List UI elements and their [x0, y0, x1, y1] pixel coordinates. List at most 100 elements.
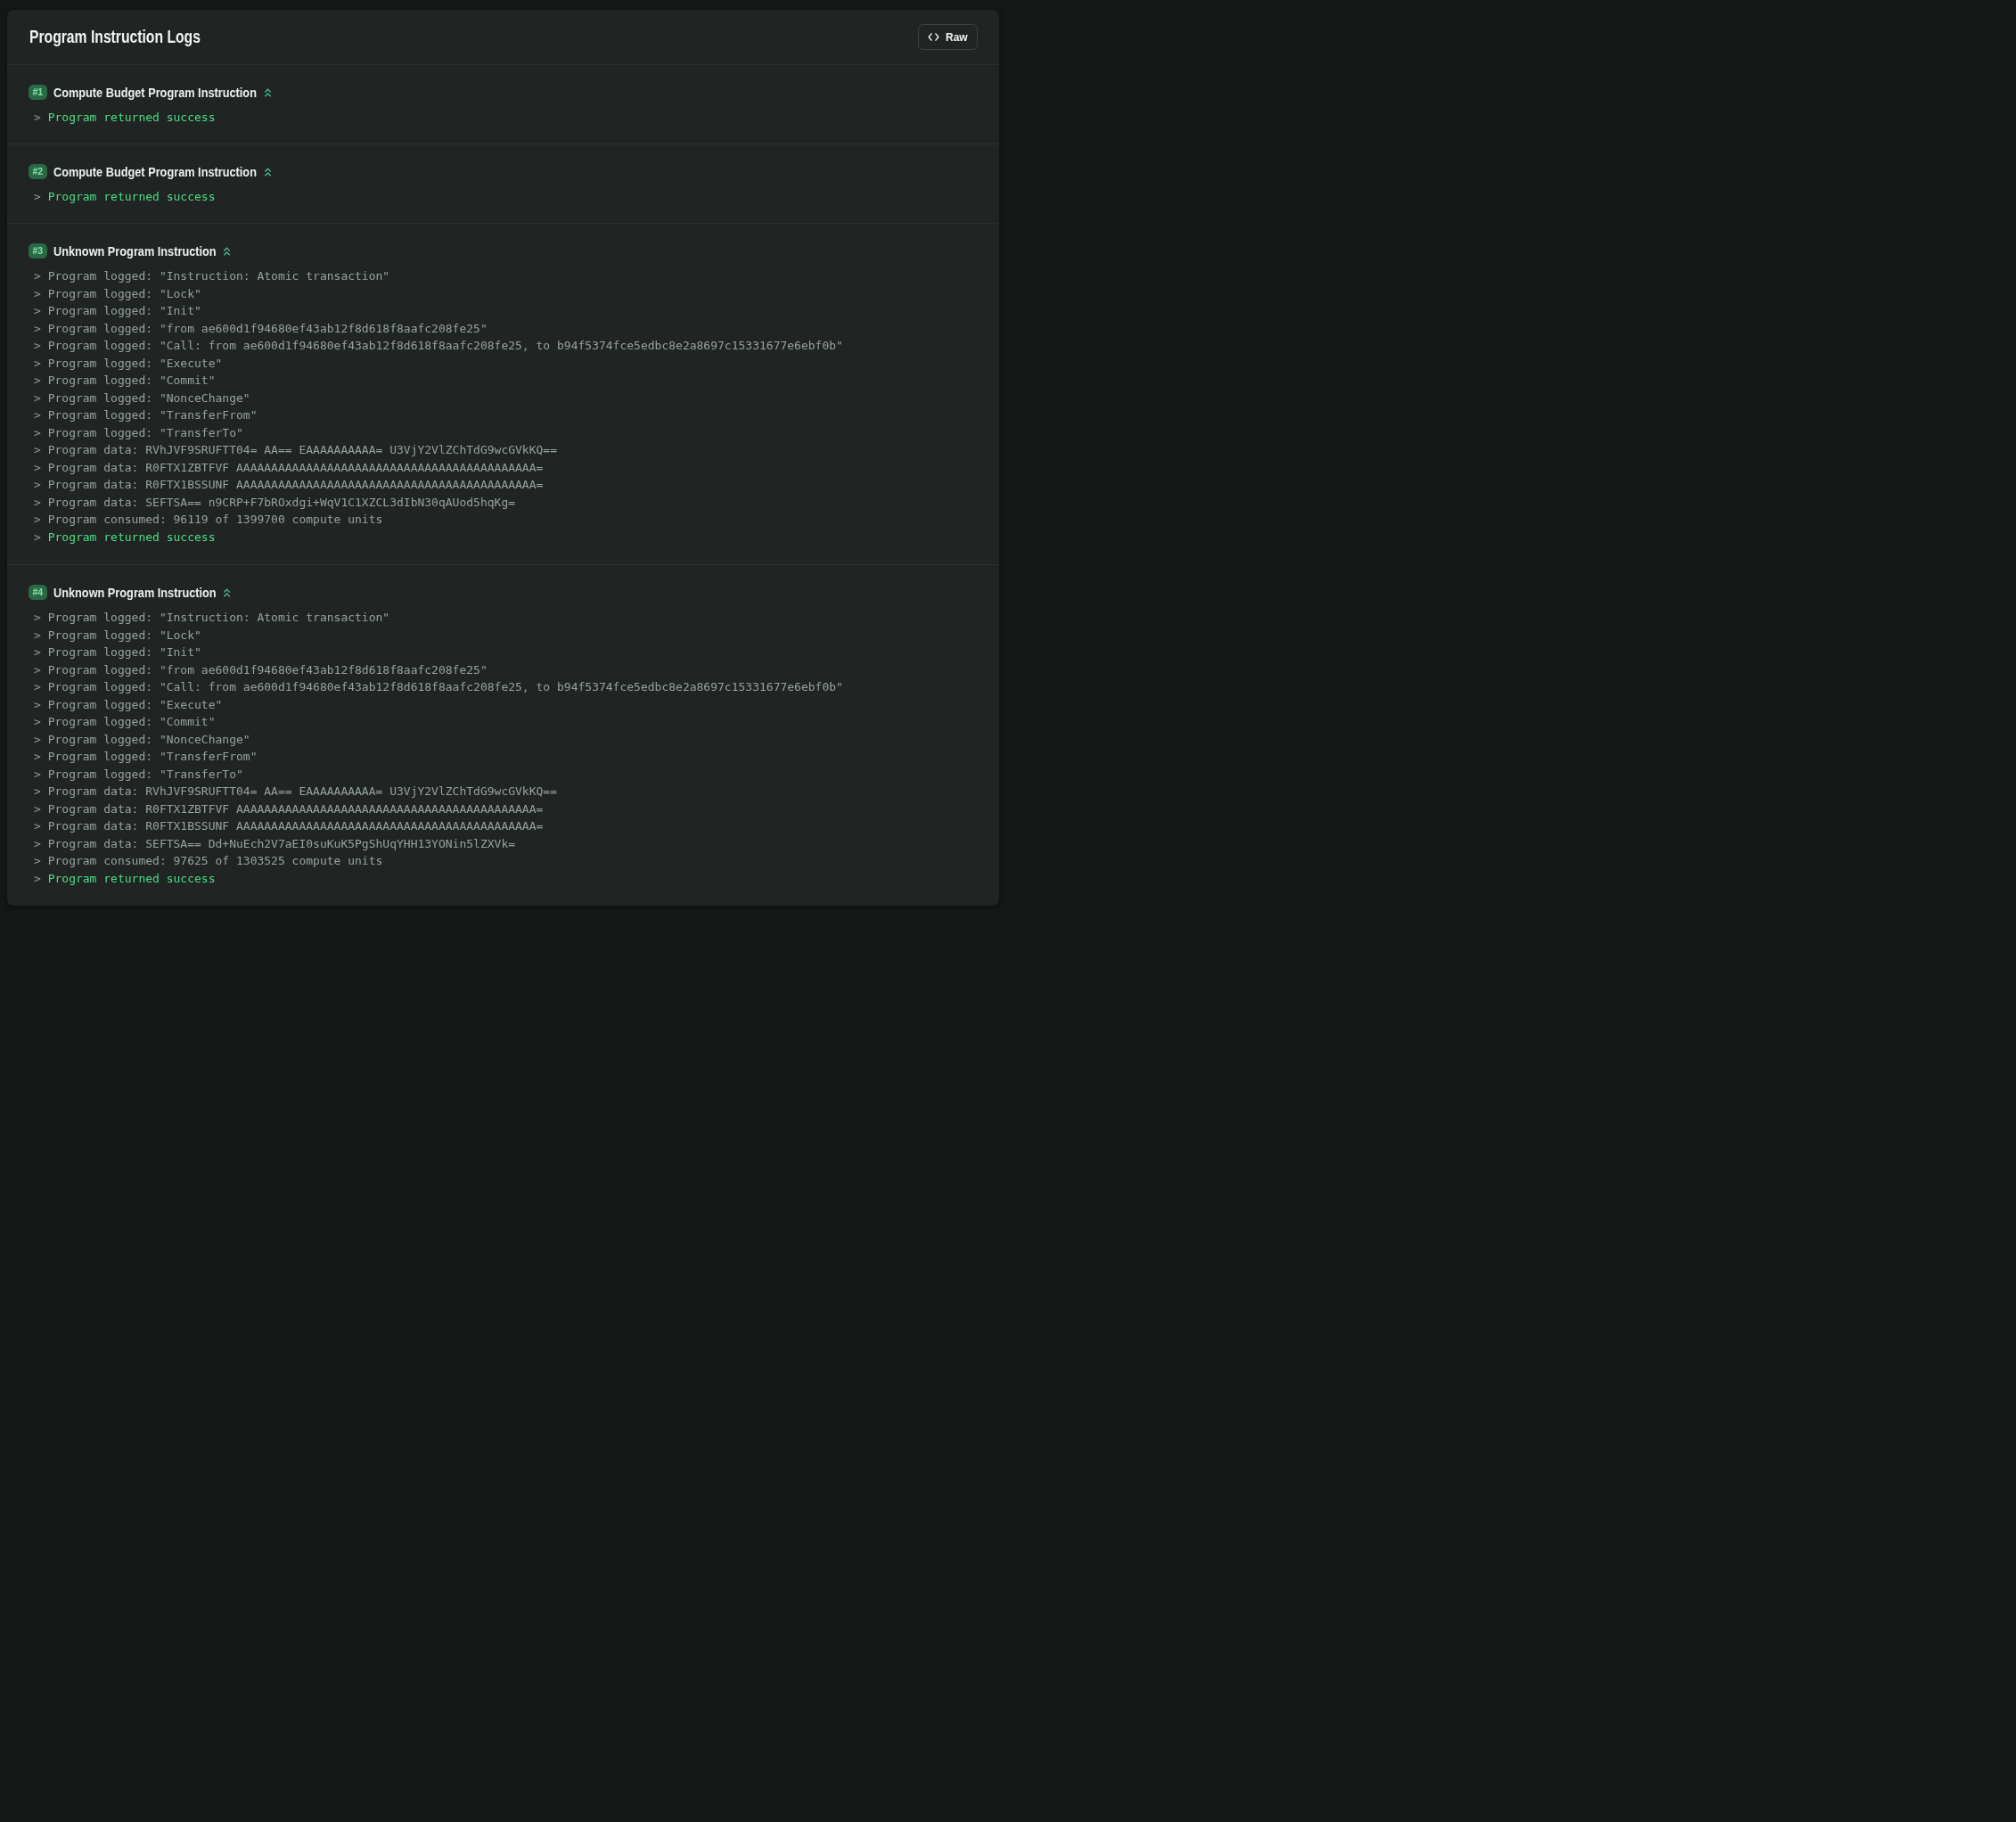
- log-text: Program returned success: [48, 190, 216, 203]
- log-lines: > Program logged: "Instruction: Atomic t…: [34, 267, 978, 546]
- log-line: > Program logged: "Execute": [34, 355, 978, 373]
- log-text: Program logged: "from ae600d1f94680ef43a…: [48, 663, 488, 677]
- log-text: Program logged: "NonceChange": [48, 733, 250, 746]
- log-text: Program data: SEFTSA== Dd+NuEch2V7aEI0su…: [48, 837, 515, 850]
- log-line: > Program logged: "Commit": [34, 713, 978, 731]
- log-text: Program logged: "Commit": [48, 373, 216, 387]
- log-text: Program logged: "Call: from ae600d1f9468…: [48, 680, 843, 694]
- log-text: Program logged: "Lock": [48, 287, 201, 300]
- log-prefix: >: [34, 287, 48, 300]
- instruction-title: Unknown Program Instruction: [53, 244, 217, 259]
- log-text: Program logged: "from ae600d1f94680ef43a…: [48, 322, 488, 335]
- instruction-section-header[interactable]: #2 Compute Budget Program Instruction: [29, 164, 978, 179]
- log-text: Program logged: "Lock": [48, 628, 201, 642]
- raw-button-label: Raw: [946, 30, 968, 44]
- log-prefix: >: [34, 784, 48, 798]
- log-line: > Program returned success: [34, 109, 978, 127]
- log-text: Program returned success: [48, 530, 216, 544]
- log-line: > Program consumed: 96119 of 1399700 com…: [34, 511, 978, 529]
- log-text: Program logged: "NonceChange": [48, 391, 250, 405]
- log-prefix: >: [34, 426, 48, 439]
- log-prefix: >: [34, 408, 48, 422]
- log-prefix: >: [34, 750, 48, 763]
- instruction-title: Unknown Program Instruction: [53, 586, 217, 600]
- collapse-chevrons-up-icon[interactable]: [222, 587, 232, 598]
- log-text: Program logged: "Init": [48, 304, 201, 317]
- log-prefix: >: [34, 767, 48, 781]
- log-prefix: >: [34, 322, 48, 335]
- instruction-section: #4 Unknown Program Instruction > Program…: [7, 564, 999, 906]
- log-line: > Program logged: "NonceChange": [34, 390, 978, 407]
- collapse-chevrons-up-icon[interactable]: [263, 167, 273, 177]
- log-line: > Program data: R0FTX1BSSUNF AAAAAAAAAAA…: [34, 817, 978, 835]
- log-line: > Program logged: "Commit": [34, 372, 978, 390]
- log-text: Program data: RVhJVF9SRUFTT04= AA== EAAA…: [48, 443, 557, 456]
- log-line: > Program logged: "Init": [34, 302, 978, 320]
- log-lines: > Program returned success: [34, 188, 978, 206]
- log-prefix: >: [34, 443, 48, 456]
- collapse-chevrons-up-icon[interactable]: [222, 246, 232, 257]
- log-text: Program logged: "TransferFrom": [48, 408, 258, 422]
- log-prefix: >: [34, 854, 48, 867]
- program-instruction-logs-panel: Program Instruction Logs Raw #1 Compute …: [6, 9, 1000, 907]
- instruction-section-header[interactable]: #4 Unknown Program Instruction: [29, 585, 978, 600]
- log-text: Program logged: "Execute": [48, 357, 223, 370]
- raw-button[interactable]: Raw: [918, 24, 978, 50]
- log-line: > Program data: RVhJVF9SRUFTT04= AA== EA…: [34, 783, 978, 800]
- log-text: Program logged: "Execute": [48, 698, 223, 711]
- log-text: Program logged: "Init": [48, 645, 201, 659]
- log-prefix: >: [34, 611, 48, 624]
- instruction-section: #1 Compute Budget Program Instruction > …: [7, 64, 999, 144]
- log-line: > Program logged: "TransferFrom": [34, 748, 978, 766]
- log-prefix: >: [34, 513, 48, 526]
- log-prefix: >: [34, 698, 48, 711]
- log-text: Program data: R0FTX1BSSUNF AAAAAAAAAAAAA…: [48, 478, 544, 491]
- log-prefix: >: [34, 496, 48, 509]
- log-line: > Program logged: "TransferFrom": [34, 406, 978, 424]
- log-text: Program data: RVhJVF9SRUFTT04= AA== EAAA…: [48, 784, 557, 798]
- log-line: > Program logged: "from ae600d1f94680ef4…: [34, 320, 978, 338]
- log-line: > Program returned success: [34, 188, 978, 206]
- log-prefix: >: [34, 645, 48, 659]
- log-line: > Program data: SEFTSA== Dd+NuEch2V7aEI0…: [34, 835, 978, 853]
- log-line: > Program logged: "Execute": [34, 696, 978, 714]
- log-line: > Program logged: "Lock": [34, 285, 978, 303]
- log-line: > Program consumed: 97625 of 1303525 com…: [34, 852, 978, 870]
- instruction-section-header[interactable]: #3 Unknown Program Instruction: [29, 243, 978, 259]
- log-line: > Program logged: "Call: from ae600d1f94…: [34, 678, 978, 696]
- log-line: > Program logged: "Instruction: Atomic t…: [34, 609, 978, 627]
- log-text: Program data: R0FTX1ZBTFVF AAAAAAAAAAAAA…: [48, 802, 544, 816]
- instruction-index-badge: #3: [29, 243, 47, 259]
- panel-header: Program Instruction Logs Raw: [7, 10, 999, 64]
- log-text: Program logged: "Call: from ae600d1f9468…: [48, 339, 843, 352]
- log-line: > Program logged: "NonceChange": [34, 731, 978, 749]
- log-text: Program data: SEFTSA== n9CRP+F7bROxdgi+W…: [48, 496, 515, 509]
- log-text: Program returned success: [48, 111, 216, 124]
- log-prefix: >: [34, 819, 48, 833]
- log-line: > Program logged: "Lock": [34, 627, 978, 644]
- log-prefix: >: [34, 373, 48, 387]
- log-prefix: >: [34, 357, 48, 370]
- log-line: > Program logged: "TransferTo": [34, 766, 978, 784]
- log-text: Program data: R0FTX1ZBTFVF AAAAAAAAAAAAA…: [48, 461, 544, 474]
- log-text: Program returned success: [48, 872, 216, 885]
- instruction-index-badge: #4: [29, 585, 47, 600]
- instruction-index-badge: #1: [29, 85, 47, 100]
- log-prefix: >: [34, 530, 48, 544]
- collapse-chevrons-up-icon[interactable]: [263, 87, 273, 98]
- log-lines: > Program logged: "Instruction: Atomic t…: [34, 609, 978, 887]
- log-prefix: >: [34, 478, 48, 491]
- log-prefix: >: [34, 663, 48, 677]
- log-prefix: >: [34, 190, 48, 203]
- log-prefix: >: [34, 680, 48, 694]
- log-prefix: >: [34, 872, 48, 885]
- log-line: > Program logged: "from ae600d1f94680ef4…: [34, 661, 978, 679]
- instruction-title: Compute Budget Program Instruction: [53, 165, 257, 179]
- instruction-section-header[interactable]: #1 Compute Budget Program Instruction: [29, 85, 978, 100]
- log-text: Program logged: "Instruction: Atomic tra…: [48, 269, 390, 283]
- log-prefix: >: [34, 111, 48, 124]
- log-prefix: >: [34, 391, 48, 405]
- log-text: Program logged: "TransferTo": [48, 426, 243, 439]
- log-line: > Program data: R0FTX1BSSUNF AAAAAAAAAAA…: [34, 476, 978, 494]
- code-icon: [928, 32, 939, 42]
